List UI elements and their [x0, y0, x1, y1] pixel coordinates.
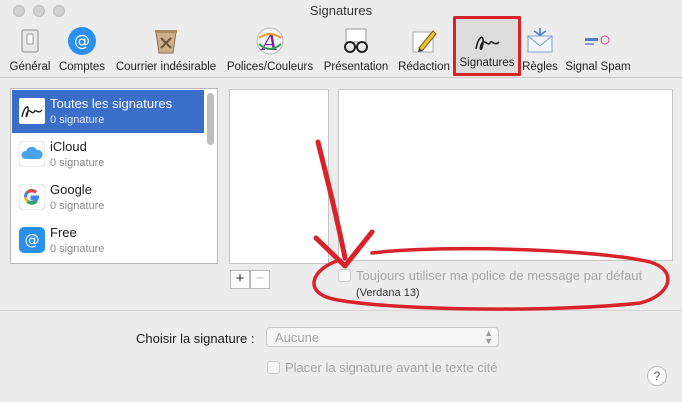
account-name: Free: [50, 225, 77, 240]
section-divider: [0, 310, 682, 311]
signature-icon: [19, 98, 45, 124]
at-icon: @: [19, 227, 45, 253]
remove-signature-button[interactable]: −: [250, 270, 270, 289]
tab-signal-spam[interactable]: Signal Spam: [564, 22, 632, 76]
pencil-icon: [412, 30, 437, 53]
help-button[interactable]: ?: [647, 366, 667, 386]
default-font-label: Toujours utiliser ma police de message p…: [356, 268, 643, 283]
choose-signature-label: Choisir la signature :: [136, 331, 255, 346]
list-item-free[interactable]: @ Free 0 signature: [12, 219, 204, 262]
account-signature-count: 0 signature: [50, 243, 105, 255]
signature-preview[interactable]: [338, 89, 673, 261]
junk-bin-icon: [155, 30, 177, 54]
window-title: Signatures: [309, 3, 373, 18]
list-item-google[interactable]: Google 0 signature: [12, 176, 204, 219]
signatures-list[interactable]: [229, 89, 329, 264]
accounts-list[interactable]: Toutes les signatures 0 signature iCloud…: [10, 88, 218, 264]
tab-junk-mail-label: Courrier indésirable: [115, 61, 217, 73]
account-signature-count: 0 signature: [50, 157, 105, 169]
tab-fonts-colors-label: Polices/Couleurs: [226, 61, 314, 73]
choose-signature-select[interactable]: Aucune ▲ ▼: [266, 327, 499, 347]
updown-arrows-icon: ▲ ▼: [484, 328, 493, 346]
tab-signatures-label: Signatures: [459, 57, 515, 69]
list-scrollbar[interactable]: [207, 93, 214, 145]
list-item-icloud[interactable]: iCloud 0 signature: [12, 133, 204, 176]
tab-accounts[interactable]: @ Comptes: [56, 22, 108, 76]
minimize-window-button[interactable]: [33, 5, 45, 17]
list-item-all-signatures[interactable]: Toutes les signatures 0 signature: [12, 90, 204, 133]
tab-viewing[interactable]: Présentation: [320, 22, 392, 76]
add-signature-button[interactable]: +: [230, 270, 250, 289]
default-font-info: (Verdana 13): [356, 287, 420, 299]
choose-signature-value: Aucune: [275, 330, 320, 345]
at-icon: @: [68, 27, 96, 55]
switch-icon: [21, 29, 39, 53]
font-color-icon: A: [256, 27, 284, 56]
rules-envelope-icon: [527, 28, 553, 53]
place-above-quote-checkbox[interactable]: [267, 361, 280, 374]
tab-junk-mail[interactable]: Courrier indésirable: [112, 22, 220, 76]
default-font-checkbox[interactable]: [338, 269, 351, 282]
tab-viewing-label: Présentation: [323, 61, 389, 73]
place-above-quote-label: Placer la signature avant le texte cité: [285, 360, 498, 375]
tab-composing-label: Rédaction: [398, 61, 450, 73]
google-icon: [19, 184, 45, 210]
close-window-button[interactable]: [13, 5, 25, 17]
tab-general[interactable]: Général: [6, 22, 54, 76]
account-name: Google: [50, 182, 92, 197]
tab-rules[interactable]: Règles: [520, 22, 560, 76]
tab-signatures[interactable]: Signatures: [453, 16, 521, 76]
tab-signal-spam-label: Signal Spam: [565, 61, 631, 73]
zoom-window-button[interactable]: [53, 5, 65, 17]
cloud-icon: [19, 141, 45, 167]
account-name: Toutes les signatures: [50, 96, 173, 111]
signature-icon: [475, 36, 500, 51]
tab-fonts-colors[interactable]: A Polices/Couleurs: [224, 22, 316, 76]
signal-spam-logo-icon: [585, 35, 610, 45]
glasses-icon: [344, 28, 368, 53]
preferences-toolbar: Général @ Comptes Courrier indésirable A…: [0, 16, 682, 78]
svg-text:@: @: [74, 31, 90, 50]
tab-accounts-label: Comptes: [58, 61, 106, 73]
tab-rules-label: Règles: [522, 61, 558, 73]
account-signature-count: 0 signature: [50, 114, 105, 126]
account-name: iCloud: [50, 139, 87, 154]
account-signature-count: 0 signature: [50, 200, 105, 212]
title-bar: Signatures: [0, 0, 682, 22]
svg-text:@: @: [25, 231, 40, 249]
tab-composing[interactable]: Rédaction: [396, 22, 452, 76]
tab-general-label: Général: [9, 61, 51, 73]
